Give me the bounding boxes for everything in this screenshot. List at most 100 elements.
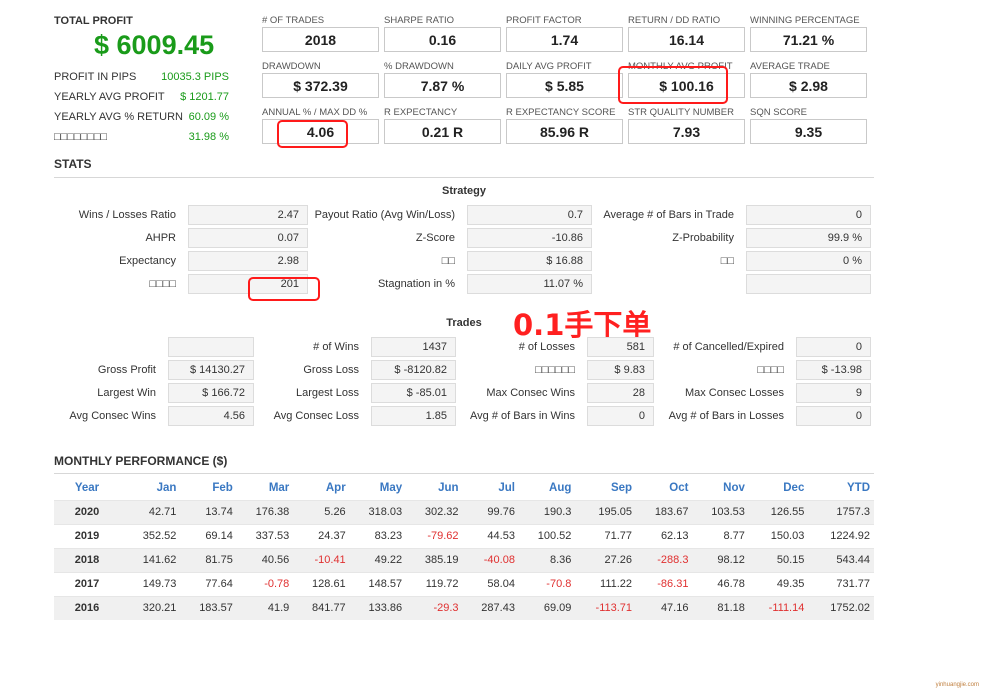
month-value-cell: 141.62: [124, 547, 181, 572]
month-value-cell: 5.26: [293, 499, 350, 524]
col-header[interactable]: Feb: [180, 476, 236, 500]
strategy-label: □□: [441, 255, 455, 267]
table-row: 2017 149.73 77.64 -0.78 128.61 148.57 119.72 58…: [54, 571, 874, 596]
col-header[interactable]: Jul: [463, 476, 519, 500]
year-cell: 2019: [54, 523, 124, 548]
col-header[interactable]: Jan: [124, 476, 180, 500]
summary-row-label: YEARLY AVG PROFIT: [54, 91, 165, 103]
month-value-cell: 99.76: [462, 499, 519, 524]
month-value-cell: 183.67: [636, 499, 693, 524]
stat-label: R EXPECTANCY SCORE: [506, 107, 616, 118]
summary-row-label: □□□□□□□□: [54, 131, 108, 143]
trades-label: Avg Consec Wins: [69, 410, 156, 422]
strategy-label: Z-Score: [415, 232, 455, 244]
strategy-label: AHPR: [145, 232, 176, 244]
col-header[interactable]: Aug: [519, 476, 575, 500]
strategy-label: Wins / Losses Ratio: [78, 209, 176, 221]
divider: [54, 177, 874, 178]
trades-label: Largest Win: [97, 387, 156, 399]
month-value-cell: 1757.3: [808, 499, 874, 524]
stat-value: 1.74: [506, 27, 623, 52]
col-header[interactable]: Oct: [636, 476, 692, 500]
stat-value: 71.21 %: [750, 27, 867, 52]
stat-value: 0.16: [384, 27, 501, 52]
stat-label: RETURN / DD RATIO: [628, 15, 721, 26]
trades-label: Avg # of Bars in Losses: [668, 410, 784, 422]
col-header[interactable]: Jun: [406, 476, 462, 500]
highlight-annual-maxdd: [277, 120, 348, 148]
month-value-cell: 83.23: [349, 523, 407, 548]
month-value-cell: 183.57: [180, 595, 237, 620]
summary-row: □□□□□□□□ 31.98 %: [54, 131, 229, 143]
month-value-cell: 24.37: [293, 523, 350, 548]
stat-label: PROFIT FACTOR: [506, 15, 582, 26]
month-value-cell: 98.12: [692, 547, 749, 572]
stat-label: SQN SCORE: [750, 107, 808, 118]
trades-value: $ -85.01: [371, 383, 456, 403]
stat-value: 2018: [262, 27, 379, 52]
trades-title: Trades: [446, 317, 482, 329]
col-header[interactable]: May: [350, 476, 406, 500]
stat-label: STR QUALITY NUMBER: [628, 107, 734, 118]
stat-label: WINNING PERCENTAGE: [750, 15, 860, 26]
summary-row: PROFIT IN PIPS 10035.3 PIPS: [54, 71, 229, 83]
month-value-cell: 320.21: [124, 595, 181, 620]
month-value-cell: 318.03: [349, 499, 407, 524]
stat-label: R EXPECTANCY: [384, 107, 458, 118]
monthly-header-row: Year Jan Feb Mar Apr May Jun Jul Aug Sep…: [54, 476, 874, 500]
summary-row-value: 10035.3 PIPS: [161, 71, 229, 83]
month-value-cell: -70.8: [518, 571, 576, 596]
month-value-cell: 195.05: [575, 499, 637, 524]
trades-value: 0: [796, 406, 871, 426]
month-value-cell: 543.44: [808, 547, 874, 572]
stat-label: DRAWDOWN: [262, 61, 321, 72]
col-header[interactable]: Dec: [749, 476, 808, 500]
month-value-cell: -86.31: [636, 571, 693, 596]
month-value-cell: -79.62: [406, 523, 463, 548]
trades-value: 9: [796, 383, 871, 403]
trades-value: $ 9.83: [587, 360, 654, 380]
stat-label: # OF TRADES: [262, 15, 325, 26]
col-header[interactable]: Sep: [575, 476, 636, 500]
trades-label: □□□□: [757, 364, 784, 376]
col-header[interactable]: Year: [54, 476, 124, 500]
month-value-cell: 176.38: [236, 499, 294, 524]
month-value-cell: 81.75: [180, 547, 237, 572]
strategy-value: -10.86: [467, 228, 592, 248]
month-value-cell: 148.57: [349, 571, 407, 596]
watermark: yinhuangjie.com: [935, 682, 979, 688]
highlight-value-201: [248, 277, 320, 301]
month-value-cell: 8.36: [518, 547, 576, 572]
stat-value: $ 5.85: [506, 73, 623, 98]
trades-value: 0: [587, 406, 654, 426]
col-header[interactable]: Apr: [293, 476, 349, 500]
month-value-cell: 119.72: [406, 571, 463, 596]
month-value-cell: 190.3: [518, 499, 576, 524]
month-value-cell: 49.22: [349, 547, 407, 572]
month-value-cell: -288.3: [636, 547, 693, 572]
strategy-value: 0.07: [188, 228, 308, 248]
month-value-cell: 42.71: [124, 499, 181, 524]
strategy-value: 2.47: [188, 205, 308, 225]
trades-value: 4.56: [168, 406, 254, 426]
month-value-cell: 841.77: [293, 595, 350, 620]
total-profit-value: $ 6009.45: [94, 30, 215, 60]
stat-value: $ 2.98: [750, 73, 867, 98]
strategy-value: 0.7: [467, 205, 592, 225]
month-value-cell: 103.53: [692, 499, 749, 524]
stat-value: 16.14: [628, 27, 745, 52]
stat-value: $ 372.39: [262, 73, 379, 98]
strategy-label: Average # of Bars in Trade: [603, 209, 734, 221]
monthly-title: MONTHLY PERFORMANCE ($): [54, 454, 228, 468]
trades-label: Avg Consec Loss: [273, 410, 359, 422]
month-value-cell: -111.14: [748, 595, 809, 620]
month-value-cell: 50.15: [748, 547, 809, 572]
month-value-cell: 337.53: [236, 523, 294, 548]
table-row: 2018 141.62 81.75 40.56 -10.41 49.22 385.19 -40…: [54, 547, 874, 572]
strategy-label: □□: [720, 255, 734, 267]
col-header[interactable]: Mar: [237, 476, 293, 500]
month-value-cell: 126.55: [748, 499, 809, 524]
col-header[interactable]: YTD: [808, 476, 874, 500]
trades-label: Largest Loss: [296, 387, 359, 399]
col-header[interactable]: Nov: [692, 476, 748, 500]
